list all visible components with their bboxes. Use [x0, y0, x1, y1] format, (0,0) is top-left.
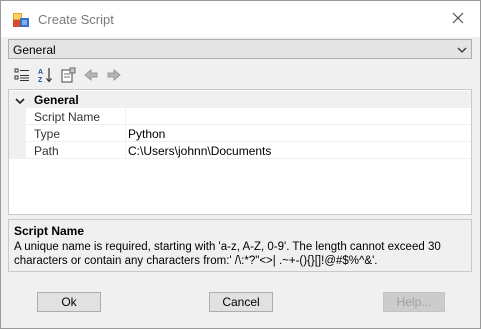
description-text: A unique name is required, starting with…	[14, 241, 441, 267]
property-name: Path	[34, 144, 59, 158]
category-label: General	[34, 93, 79, 107]
grid-gutter	[9, 108, 26, 159]
forward-icon	[106, 67, 122, 86]
chevron-down-icon[interactable]	[15, 95, 25, 109]
property-grid: General Script Name Type Python Path C:\…	[8, 89, 472, 215]
cancel-button[interactable]: Cancel	[209, 292, 273, 312]
category-general[interactable]: General	[9, 91, 471, 108]
alphabetical-button[interactable]: A Z	[35, 66, 55, 86]
alphabetical-sort-icon: A Z	[37, 67, 53, 86]
title-bar: Create Script	[1, 1, 480, 37]
create-script-dialog: Create Script General A Z General Script…	[0, 0, 481, 329]
ok-button[interactable]: Ok	[37, 292, 101, 312]
property-row-path[interactable]: Path C:\Users\johnn\Documents	[26, 142, 471, 159]
category-dropdown-value: General	[13, 43, 56, 57]
description-panel: Script Name A unique name is required, s…	[8, 219, 472, 272]
chevron-down-icon	[457, 44, 467, 58]
column-divider	[125, 125, 126, 142]
categorized-button[interactable]	[12, 66, 32, 86]
column-divider	[125, 142, 126, 159]
svg-text:Z: Z	[38, 77, 43, 83]
property-name: Script Name	[34, 110, 101, 124]
property-row-type[interactable]: Type Python	[26, 125, 471, 142]
category-dropdown[interactable]: General	[8, 39, 472, 59]
description-title: Script Name	[14, 224, 85, 238]
column-divider	[125, 108, 126, 125]
property-value[interactable]: C:\Users\johnn\Documents	[128, 144, 271, 158]
categorized-icon	[14, 67, 30, 86]
property-toolbar: A Z	[8, 64, 472, 88]
window-title: Create Script	[38, 12, 114, 27]
property-pages-icon	[60, 67, 76, 86]
property-pages-button[interactable]	[58, 66, 78, 86]
close-button[interactable]	[436, 1, 480, 37]
property-name: Type	[34, 127, 61, 141]
help-button[interactable]: Help...	[383, 292, 445, 312]
app-icon	[13, 13, 29, 27]
back-icon	[83, 67, 99, 86]
back-button[interactable]	[81, 66, 101, 86]
property-value[interactable]: Python	[128, 127, 165, 141]
forward-button[interactable]	[104, 66, 124, 86]
svg-text:A: A	[38, 69, 43, 76]
close-icon	[452, 12, 464, 27]
property-row-script-name[interactable]: Script Name	[26, 108, 471, 125]
